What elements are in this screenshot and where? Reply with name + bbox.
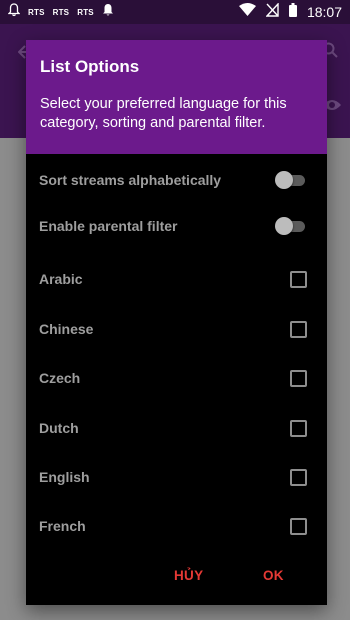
checkbox[interactable] — [290, 270, 307, 288]
language-item-english[interactable]: English — [26, 457, 327, 497]
checkbox[interactable] — [290, 468, 307, 486]
dialog-message: Select your preferred language for this … — [40, 96, 287, 131]
sort-alphabetically-switch[interactable] — [275, 170, 307, 190]
language-label: French — [39, 518, 86, 534]
language-label: English — [39, 469, 90, 485]
parental-filter-row[interactable]: Enable parental filter — [26, 206, 327, 246]
language-item-french[interactable]: French — [26, 506, 327, 546]
no-signal-icon — [265, 1, 279, 22]
checkbox[interactable] — [290, 320, 307, 338]
ok-button[interactable]: OK — [263, 568, 284, 583]
checkbox[interactable] — [290, 517, 307, 535]
language-label: Arabic — [39, 271, 83, 287]
checkbox[interactable] — [290, 419, 307, 437]
language-item-czech[interactable]: Czech — [26, 358, 327, 398]
option-label: Enable parental filter — [39, 218, 178, 234]
parental-filter-switch[interactable] — [275, 216, 307, 236]
dialog-title: List Options — [40, 57, 140, 76]
rts-notification: RTS — [28, 7, 45, 17]
notification-icons: RTS RTS RTS — [0, 2, 114, 22]
sort-alphabetically-row[interactable]: Sort streams alphabetically — [26, 160, 327, 200]
rts-notification: RTS — [77, 7, 94, 17]
language-label: Chinese — [39, 321, 94, 337]
checkbox[interactable] — [290, 369, 307, 387]
language-item-chinese[interactable]: Chinese — [26, 309, 327, 349]
language-label: Czech — [39, 370, 81, 386]
wifi-icon — [238, 3, 256, 21]
battery-icon — [288, 2, 297, 22]
option-label: Sort streams alphabetically — [39, 172, 222, 188]
list-options-dialog: List Options Select your preferred langu… — [26, 40, 327, 605]
dialog-actions: HỦY OK — [26, 568, 327, 592]
cancel-button[interactable]: HỦY — [174, 568, 203, 583]
rts-notification: RTS — [52, 7, 70, 17]
dialog-header: List Options Select your preferred langu… — [26, 40, 327, 154]
clock: 18:07 — [306, 4, 342, 20]
language-item-dutch[interactable]: Dutch — [26, 408, 327, 448]
bell-icon — [102, 3, 114, 22]
language-item-arabic[interactable]: Arabic — [26, 259, 327, 299]
status-bar: RTS RTS RTS 18:07 — [0, 0, 350, 24]
language-label: Dutch — [39, 420, 79, 436]
bell-icon — [7, 2, 21, 22]
